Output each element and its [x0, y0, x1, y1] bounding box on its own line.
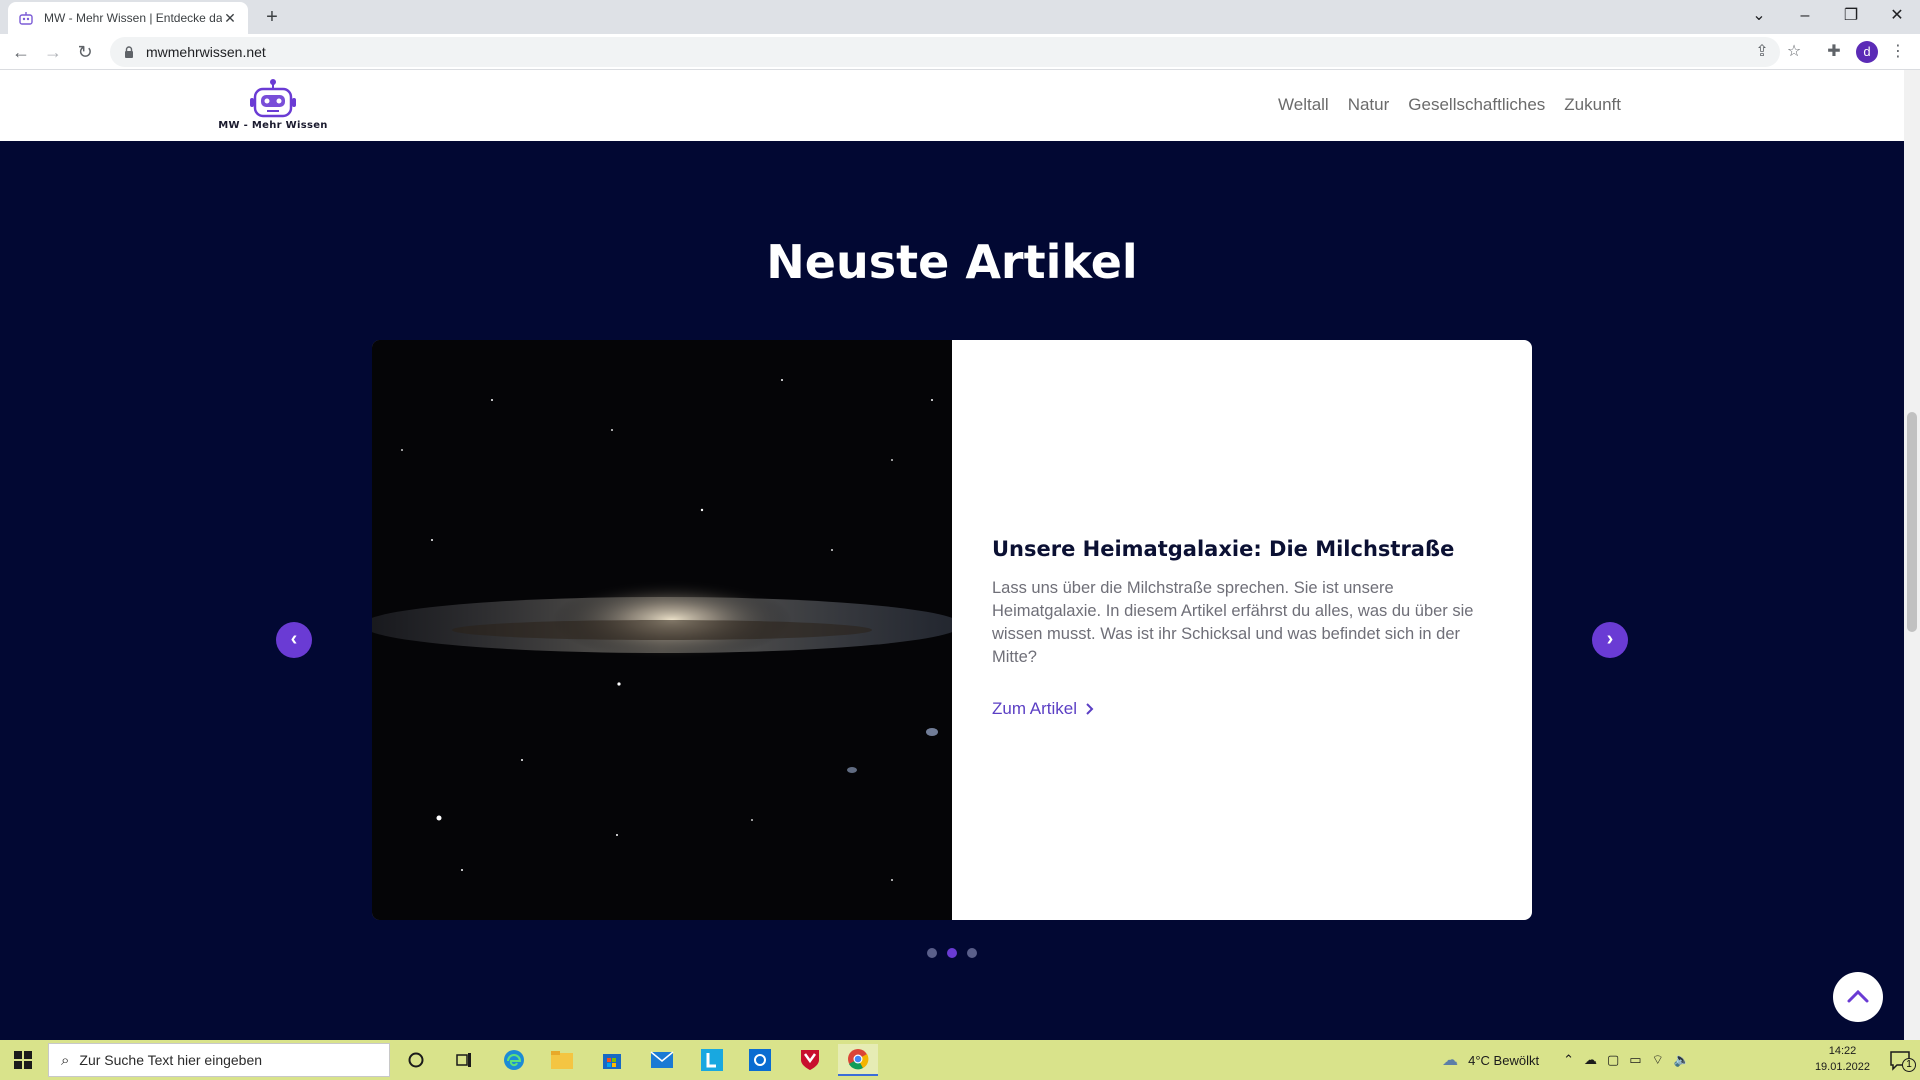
article-content: Unsere Heimatgalaxie: Die Milchstraße La…: [952, 340, 1532, 920]
close-tab-icon[interactable]: ✕: [222, 10, 238, 27]
reload-icon[interactable]: ↻: [72, 39, 98, 65]
carousel-dot-1[interactable]: [927, 948, 937, 958]
chevron-up-icon: [1847, 989, 1869, 1003]
carousel-dot-2[interactable]: [947, 948, 957, 958]
milky-way-image[interactable]: [372, 340, 962, 920]
taskbar-search-box[interactable]: ⌕ Zur Suche Text hier eingeben: [48, 1043, 390, 1077]
menu-item-weltall[interactable]: Weltall: [1278, 95, 1329, 115]
volume-icon[interactable]: 🔈: [1674, 1052, 1690, 1068]
carousel-prev-button[interactable]: ‹: [276, 622, 312, 658]
site-logo[interactable]: MW - Mehr Wissen: [218, 78, 328, 138]
tab-title: MW - Mehr Wissen | Entdecke das: [44, 11, 222, 25]
share-icon[interactable]: ⇪: [1752, 42, 1772, 62]
site-navbar: MW - Mehr Wissen Weltall Natur Gesellsch…: [0, 70, 1904, 141]
mcafee-shield-icon[interactable]: [790, 1044, 830, 1076]
menu-item-natur[interactable]: Natur: [1348, 95, 1390, 115]
forward-arrow-icon[interactable]: →: [40, 39, 66, 65]
wifi-icon[interactable]: ⌔: [1652, 1052, 1664, 1068]
search-icon: ⌕: [61, 1051, 70, 1069]
clock-time: 14:22: [1828, 1045, 1857, 1057]
taskbar-clock[interactable]: 14:22 19.01.2022: [1815, 1043, 1870, 1075]
tab-strip: MW - Mehr Wissen | Entdecke das ✕ + ⌄ – …: [0, 0, 1920, 34]
browser-tab[interactable]: MW - Mehr Wissen | Entdecke das ✕: [8, 2, 248, 34]
bookmark-star-icon[interactable]: ☆: [1784, 42, 1804, 62]
system-tray: ☁ 4°C Bewölkt ⌃ ☁ ▢ ▭ ⌔ 🔈: [1442, 1040, 1690, 1080]
windows-logo-icon: [14, 1051, 32, 1069]
mail-icon[interactable]: [642, 1044, 682, 1076]
scroll-to-top-button[interactable]: [1833, 972, 1883, 1022]
profile-avatar[interactable]: d: [1856, 41, 1878, 63]
browser-toolbar: ← → ↻ mwmehrwissen.net ⇪ ☆ ✚ d ⋮: [0, 34, 1920, 70]
cortana-icon[interactable]: [396, 1044, 436, 1076]
lock-icon: [125, 46, 133, 58]
onedrive-icon[interactable]: ☁: [1584, 1052, 1597, 1068]
article-card: Unsere Heimatgalaxie: Die Milchstraße La…: [372, 340, 1532, 920]
robot-logo-icon: [250, 79, 296, 118]
menu-item-zukunft[interactable]: Zukunft: [1564, 95, 1621, 115]
tab-search-icon[interactable]: ⌄: [1736, 0, 1782, 34]
read-article-link[interactable]: Zum Artikel: [992, 699, 1095, 719]
minimize-button[interactable]: –: [1782, 0, 1828, 34]
menu-item-gesellschaftliches[interactable]: Gesellschaftliches: [1408, 95, 1545, 115]
app-tray-icon[interactable]: ▢: [1607, 1052, 1619, 1068]
article-title[interactable]: Unsere Heimatgalaxie: Die Milchstraße: [992, 537, 1512, 561]
web-page: MW - Mehr Wissen Weltall Natur Gesellsch…: [0, 70, 1904, 1040]
file-explorer-icon[interactable]: [542, 1044, 582, 1076]
task-view-icon[interactable]: [444, 1044, 484, 1076]
main-menu: Weltall Natur Gesellschaftliches Zukunft: [1278, 95, 1621, 115]
outlook-icon[interactable]: [740, 1044, 780, 1076]
search-placeholder: Zur Suche Text hier eingeben: [79, 1052, 263, 1068]
battery-icon[interactable]: ▭: [1629, 1052, 1641, 1068]
clock-date: 19.01.2022: [1814, 1061, 1870, 1073]
back-arrow-icon[interactable]: ←: [8, 39, 34, 65]
robot-favicon-icon: [19, 12, 33, 25]
tray-chevron-up-icon[interactable]: ⌃: [1563, 1052, 1574, 1068]
weather-text[interactable]: 4°C Bewölkt: [1468, 1053, 1539, 1068]
carousel-dot-3[interactable]: [967, 948, 977, 958]
menu-kebab-icon[interactable]: ⋮: [1888, 42, 1908, 62]
new-tab-button[interactable]: +: [258, 4, 286, 32]
article-excerpt: Lass uns über die Milchstraße sprechen. …: [992, 579, 1474, 666]
notification-center-icon[interactable]: 1: [1888, 1048, 1916, 1072]
app-l-icon[interactable]: [692, 1044, 732, 1076]
extensions-puzzle-icon[interactable]: ✚: [1824, 42, 1844, 62]
logo-text: MW - Mehr Wissen: [218, 120, 328, 131]
chevron-right-icon: [1086, 703, 1094, 715]
notification-count: 1: [1902, 1058, 1916, 1072]
store-icon[interactable]: [592, 1044, 632, 1076]
windows-taskbar: ⌕ Zur Suche Text hier eingeben ☁ 4°C Bew…: [0, 1040, 1920, 1080]
url-text: mwmehrwissen.net: [146, 44, 266, 60]
galaxy-illustration: [372, 340, 962, 920]
carousel-next-button[interactable]: ›: [1592, 622, 1628, 658]
section-heading: Neuste Artikel: [766, 235, 1138, 289]
restore-button[interactable]: ❐: [1828, 0, 1874, 34]
start-button[interactable]: [0, 1040, 46, 1080]
scrollbar-thumb[interactable]: [1907, 412, 1917, 632]
weather-cloud-icon[interactable]: ☁: [1442, 1050, 1458, 1070]
read-article-label: Zum Artikel: [992, 699, 1078, 718]
chrome-icon[interactable]: [838, 1044, 878, 1076]
address-bar[interactable]: mwmehrwissen.net: [110, 37, 1780, 67]
close-window-button[interactable]: ✕: [1874, 0, 1920, 34]
edge-browser-icon[interactable]: [494, 1044, 534, 1076]
